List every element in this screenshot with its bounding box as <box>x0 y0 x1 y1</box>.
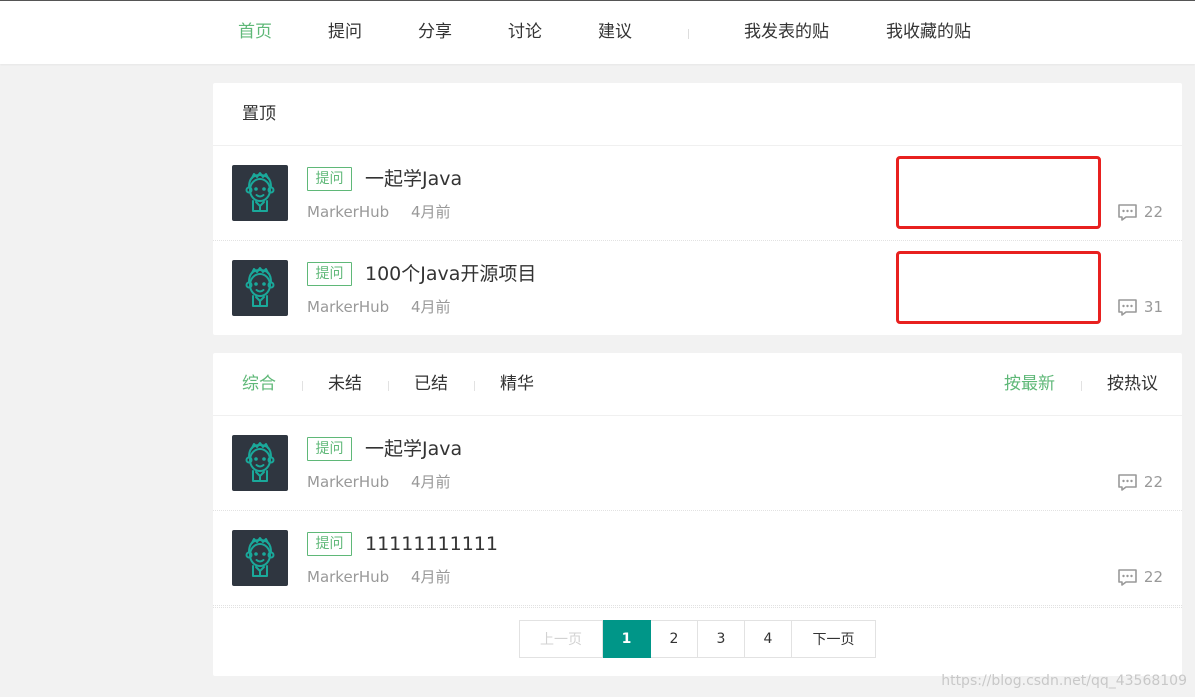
pager-next-button[interactable]: 下一页 <box>792 620 876 658</box>
post-comments: 22 <box>1117 202 1163 222</box>
filter-all[interactable]: 综合 <box>242 373 276 395</box>
filter-unsolved[interactable]: 未结 <box>328 373 362 395</box>
pinned-title: 置顶 <box>242 104 276 124</box>
list-divider <box>213 607 1182 608</box>
post-title[interactable]: 一起学Java <box>365 166 462 192</box>
avatar[interactable] <box>232 435 288 491</box>
post-time: 4月前 <box>411 473 451 491</box>
post-title[interactable]: 一起学Java <box>365 436 462 462</box>
post-author[interactable]: MarkerHub <box>307 297 389 317</box>
comment-count: 31 <box>1143 298 1163 316</box>
post-time: 4月前 <box>411 203 451 221</box>
pager-page-2[interactable]: 2 <box>651 620 698 658</box>
post-tag: 提问 <box>307 167 352 191</box>
pager-page-3[interactable]: 3 <box>698 620 745 658</box>
comment-count: 22 <box>1143 473 1163 491</box>
pinned-header: 置顶 <box>213 83 1182 146</box>
watermark: https://blog.csdn.net/qq_43568109 <box>941 673 1187 689</box>
filter-separator <box>388 381 389 391</box>
post-author[interactable]: MarkerHub <box>307 472 389 492</box>
comment-count: 22 <box>1143 568 1163 586</box>
post-comments: 31 <box>1117 297 1163 317</box>
avatar-face-icon <box>245 537 275 577</box>
comment-icon <box>1117 203 1138 222</box>
pagination: 上一页 1 2 3 4 下一页 <box>519 620 876 658</box>
nav-item-my-favorites[interactable]: 我收藏的贴 <box>886 21 971 43</box>
pinned-post[interactable]: 提问 一起学Java MarkerHub 4月前 22 <box>213 146 1182 241</box>
sort-newest[interactable]: 按最新 <box>1004 373 1055 395</box>
filter-solved[interactable]: 已结 <box>414 373 448 395</box>
post-comments: 22 <box>1117 472 1163 492</box>
nav-item-ask[interactable]: 提问 <box>328 21 362 43</box>
post-title[interactable]: 11111111111 <box>365 531 498 557</box>
pager-page-1[interactable]: 1 <box>603 620 651 658</box>
post-author[interactable]: MarkerHub <box>307 567 389 587</box>
post-tag: 提问 <box>307 262 352 286</box>
post-time: 4月前 <box>411 568 451 586</box>
post-list-panel: 综合 未结 已结 精华 按最新 按热议 提问 一起学Java MarkerHub… <box>213 353 1182 676</box>
avatar[interactable] <box>232 530 288 586</box>
comment-icon <box>1117 473 1138 492</box>
top-nav: 首页 提问 分享 讨论 建议 我发表的贴 我收藏的贴 <box>0 0 1195 64</box>
avatar-face-icon <box>245 442 275 482</box>
pinned-panel: 置顶 提问 一起学Java MarkerHub 4月前 22 提问 100个Ja… <box>213 83 1182 335</box>
nav-item-my-posts[interactable]: 我发表的贴 <box>744 21 829 43</box>
sort-separator <box>1081 381 1082 391</box>
avatar[interactable] <box>232 165 288 221</box>
pager-page-4[interactable]: 4 <box>745 620 792 658</box>
nav-divider <box>688 29 689 39</box>
filter-bar: 综合 未结 已结 精华 按最新 按热议 <box>213 353 1182 416</box>
comment-icon <box>1117 568 1138 587</box>
post-comments: 22 <box>1117 567 1163 587</box>
post-author[interactable]: MarkerHub <box>307 202 389 222</box>
filter-separator <box>302 381 303 391</box>
post-tag: 提问 <box>307 437 352 461</box>
avatar[interactable] <box>232 260 288 316</box>
post-time: 4月前 <box>411 298 451 316</box>
list-post[interactable]: 提问 一起学Java MarkerHub 4月前 22 <box>213 416 1182 511</box>
filter-featured[interactable]: 精华 <box>500 373 534 395</box>
nav-item-discuss[interactable]: 讨论 <box>508 21 542 43</box>
comment-icon <box>1117 298 1138 317</box>
post-tag: 提问 <box>307 532 352 556</box>
post-title[interactable]: 100个Java开源项目 <box>365 261 536 287</box>
nav-item-suggest[interactable]: 建议 <box>598 21 632 43</box>
avatar-face-icon <box>245 172 275 212</box>
pager-prev-button[interactable]: 上一页 <box>519 620 603 658</box>
annotation-red-box <box>896 251 1101 324</box>
nav-item-share[interactable]: 分享 <box>418 21 452 43</box>
sort-hottest[interactable]: 按热议 <box>1107 373 1158 395</box>
comment-count: 22 <box>1143 203 1163 221</box>
annotation-red-box <box>896 156 1101 229</box>
pinned-post[interactable]: 提问 100个Java开源项目 MarkerHub 4月前 31 <box>213 241 1182 336</box>
filter-separator <box>474 381 475 391</box>
list-post[interactable]: 提问 11111111111 MarkerHub 4月前 22 <box>213 511 1182 606</box>
nav-item-home[interactable]: 首页 <box>238 21 272 43</box>
avatar-face-icon <box>245 267 275 307</box>
